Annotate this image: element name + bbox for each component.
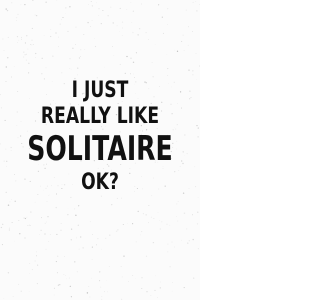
title-line-4: OK? [81,170,119,195]
title-line-3: SOLITAIRE [27,129,173,169]
title-line-2: REALLY LIKE [40,104,160,129]
book-cover: I JUST REALLY LIKE SOLITAIRE OK? [0,0,200,300]
cover-title: I JUST REALLY LIKE SOLITAIRE OK? [0,78,200,196]
title-line-1: I JUST [71,78,129,103]
